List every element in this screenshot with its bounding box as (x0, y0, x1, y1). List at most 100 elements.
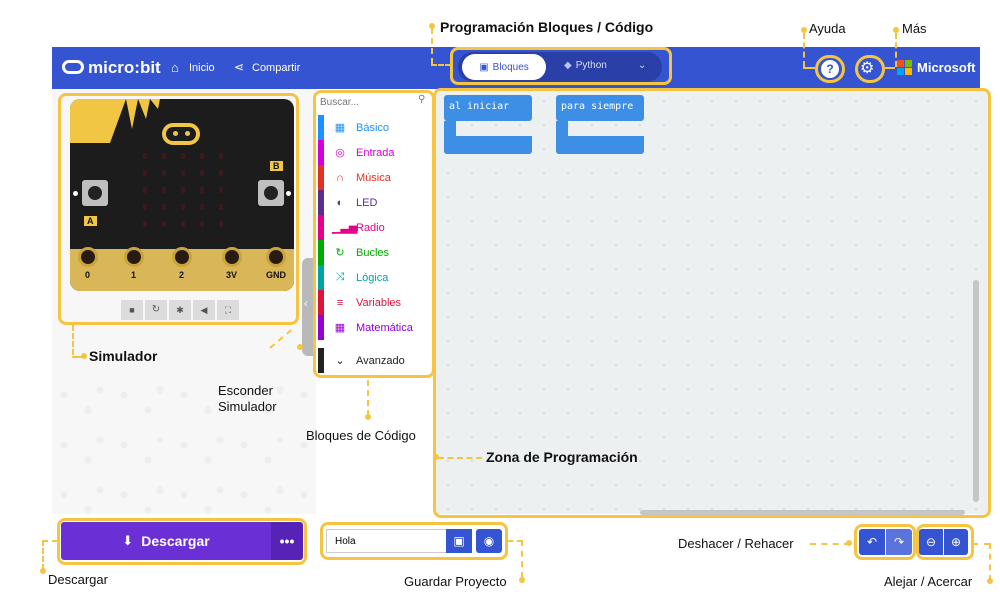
project-name-input[interactable] (326, 529, 446, 553)
category-advanced[interactable]: ⌄ Avanzado (318, 348, 432, 373)
grid-icon: ▦ (334, 122, 346, 134)
toolbox-search-input[interactable] (320, 94, 410, 110)
chevron-down-icon[interactable]: ⌄ (638, 60, 646, 71)
annot-dot (297, 344, 303, 350)
microsoft-brand: Microsoft (917, 60, 976, 75)
led (162, 187, 166, 193)
zoom-in-icon[interactable]: ⊕ (944, 529, 968, 555)
led (200, 221, 204, 227)
annot-workspace: Zona de Programación (486, 449, 638, 465)
gear-icon[interactable]: ⚙ (860, 58, 874, 78)
chevron-down-icon: ⌄ (335, 355, 345, 367)
category-label: Lógica (356, 271, 389, 284)
annot-dot (519, 577, 525, 583)
home-icon[interactable]: ⌂ (171, 60, 179, 75)
search-icon[interactable]: ⚲ (418, 94, 425, 105)
more-icon[interactable]: ••• (271, 522, 303, 560)
pin-1-label: 1 (131, 270, 137, 280)
button-a[interactable] (82, 180, 108, 206)
annot-dot (40, 568, 46, 574)
annot-dot (81, 353, 87, 359)
annot-line (431, 28, 433, 64)
annot-line (810, 543, 850, 545)
pin-gnd-label: GND (266, 270, 286, 280)
block-label: al iniciar (449, 101, 510, 112)
save-icon[interactable]: ▣ (446, 529, 472, 553)
restart-icon[interactable]: ↻ (145, 300, 167, 320)
category-radio[interactable]: ▁▃▅ Radio (318, 215, 432, 240)
share-icon[interactable]: ⋖ (234, 60, 244, 74)
debug-icon[interactable]: ✱ (169, 300, 191, 320)
pin-gnd[interactable] (266, 247, 286, 267)
button-a-label: A (84, 216, 97, 226)
annot-help: Ayuda (809, 21, 846, 36)
led (143, 187, 147, 193)
home-button[interactable]: Inicio (189, 62, 215, 74)
vertical-scrollbar[interactable] (973, 280, 979, 502)
sound-icon[interactable]: ◀ (193, 300, 215, 320)
led (200, 153, 204, 159)
category-logic[interactable]: ⤨ Lógica (318, 265, 432, 290)
toggle-icon: ◐ (336, 196, 344, 209)
annot-zoom: Alejar / Acercar (884, 574, 973, 589)
led (200, 187, 204, 193)
help-icon[interactable]: ? (821, 60, 839, 78)
pin-3v[interactable] (222, 247, 242, 267)
headphones-icon: ∩ (336, 171, 344, 184)
annot-dot (846, 540, 852, 546)
blocks-icon: ▣ (479, 61, 489, 73)
horizontal-scrollbar[interactable] (640, 510, 965, 515)
python-icon: ◆ (564, 60, 572, 71)
category-label: Básico (356, 121, 390, 134)
category-led[interactable]: ◐ LED (318, 190, 432, 215)
annot-line (989, 543, 991, 581)
annot-line (508, 540, 522, 542)
annot-hide-sim: Esconder Simulador (218, 383, 277, 414)
category-loops[interactable]: ↻ Bucles (318, 240, 432, 265)
annot-simulator: Simulador (89, 348, 158, 364)
edge-dot (73, 191, 78, 196)
block-on-start[interactable]: al iniciar (444, 95, 532, 121)
tab-python[interactable]: ◆ Python (564, 60, 607, 71)
category-basic[interactable]: ▦ Básico (318, 115, 432, 140)
microbit-face-logo[interactable] (162, 123, 200, 145)
microbit-logo-icon[interactable] (62, 60, 84, 74)
annot-save: Guardar Proyecto (404, 574, 507, 589)
pin-2[interactable] (172, 247, 192, 267)
annot-line (803, 33, 805, 67)
pin-1[interactable] (124, 247, 144, 267)
led (181, 221, 185, 227)
category-math[interactable]: ▦ Matemática (318, 315, 432, 340)
undo-icon[interactable]: ↶ (859, 529, 885, 555)
category-input[interactable]: ◎ Entrada (318, 140, 432, 165)
redo-icon[interactable]: ↷ (886, 529, 912, 555)
pin-0[interactable] (78, 247, 98, 267)
microsoft-logo-icon (897, 60, 913, 76)
led (181, 170, 185, 176)
annot-line (885, 67, 895, 69)
category-label: LED (356, 196, 378, 209)
github-icon[interactable]: ◉ (476, 529, 502, 553)
led (219, 170, 223, 176)
category-music[interactable]: ∩ Música (318, 165, 432, 190)
calculator-icon: ▦ (334, 322, 346, 334)
tab-blocks[interactable]: ▣ Bloques (462, 54, 546, 80)
annot-more: Más (902, 21, 927, 36)
button-b[interactable] (258, 180, 284, 206)
category-variables[interactable]: ≡ Variables (318, 290, 432, 315)
block-forever[interactable]: para siempre (556, 95, 644, 121)
category-label: Entrada (356, 146, 395, 159)
shuffle-icon: ⤨ (335, 271, 345, 283)
fullscreen-icon[interactable]: ⛶ (217, 300, 239, 320)
category-label: Avanzado (356, 354, 405, 367)
block-forever-bottom (556, 136, 644, 154)
zoom-out-icon[interactable]: ⊖ (919, 529, 943, 555)
download-button[interactable]: ⬇ Descargar (61, 522, 271, 560)
share-button[interactable]: Compartir (252, 62, 300, 74)
collapse-icon: ‹ (304, 298, 308, 310)
app-logo-text[interactable]: micro:bit (88, 58, 161, 78)
sim-controls: ■ ↻ ✱ ◀ ⛶ (121, 300, 241, 320)
button-b-label: B (270, 161, 283, 171)
stop-icon[interactable]: ■ (121, 300, 143, 320)
annot-line (72, 325, 74, 355)
